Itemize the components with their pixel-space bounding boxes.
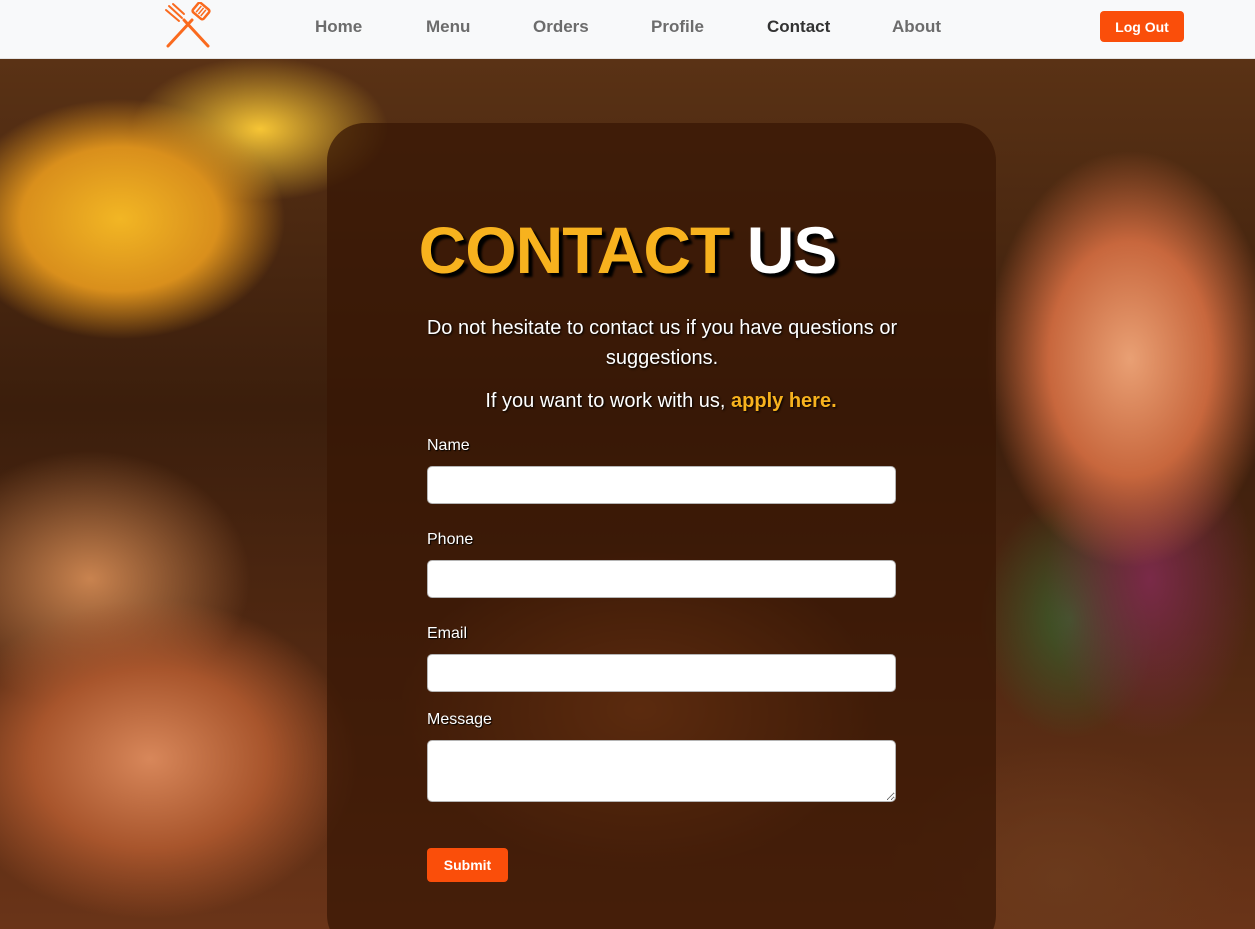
message-textarea[interactable] xyxy=(427,740,896,802)
nav-contact[interactable]: Contact xyxy=(767,17,830,39)
apply-line: If you want to work with us, apply here. xyxy=(0,390,1255,413)
apply-here-link[interactable]: apply here. xyxy=(731,390,837,412)
email-input[interactable] xyxy=(427,654,896,692)
name-label: Name xyxy=(427,437,470,454)
nav-about[interactable]: About xyxy=(892,17,941,39)
page-title: CONTACT US xyxy=(0,212,1255,288)
phone-input[interactable] xyxy=(427,560,896,598)
logout-button[interactable]: Log Out xyxy=(1100,11,1184,42)
name-input[interactable] xyxy=(427,466,896,504)
submit-button[interactable]: Submit xyxy=(427,848,508,882)
navbar: Home Menu Orders Profile Contact About L… xyxy=(0,0,1255,59)
message-label: Message xyxy=(427,711,492,728)
email-label: Email xyxy=(427,625,468,642)
nav-profile[interactable]: Profile xyxy=(651,17,704,39)
title-contact-word: CONTACT xyxy=(418,213,731,287)
title-us-word: US xyxy=(746,213,838,287)
phone-label: Phone xyxy=(427,531,474,548)
nav-home[interactable]: Home xyxy=(315,17,362,39)
contact-subtitle: Do not hesitate to contact us if you hav… xyxy=(426,317,898,369)
grill-tools-icon[interactable] xyxy=(162,1,214,52)
nav-menu[interactable]: Menu xyxy=(426,17,470,39)
apply-text: If you want to work with us, xyxy=(485,390,726,412)
nav-orders[interactable]: Orders xyxy=(533,17,589,39)
